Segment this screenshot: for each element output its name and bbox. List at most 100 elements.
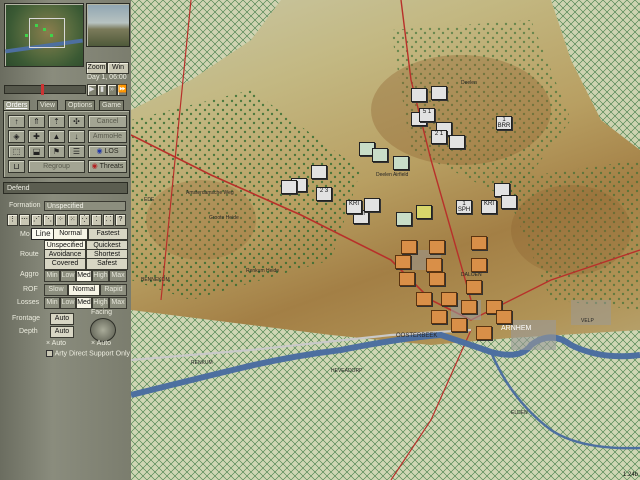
facing-compass[interactable] [90,318,116,342]
losses-high-option[interactable]: High [92,297,109,309]
enemy-unit[interactable]: 1 BRR [496,116,512,130]
allied-unit[interactable] [441,292,457,306]
enemy-unit[interactable] [311,165,327,179]
selected-unit[interactable] [396,212,412,226]
formation-arc-icon[interactable]: ⁚ [91,214,102,226]
formation-help-icon[interactable]: ? [115,214,126,226]
cancel-button[interactable]: Cancel [88,115,127,128]
losses-min-option[interactable]: Min [44,297,60,309]
aggro-max-option[interactable]: Max [109,270,127,282]
allied-unit[interactable] [401,240,417,254]
allied-unit[interactable] [466,280,482,294]
enemy-unit[interactable] [364,198,380,212]
play-icon[interactable]: ▶ [87,84,97,96]
tab-options[interactable]: Options [65,100,96,110]
enemy-unit[interactable]: 5 1 [419,108,435,122]
enemy-unit[interactable]: KRI [346,200,362,214]
allied-unit[interactable] [451,318,467,332]
hq-unit[interactable] [372,148,388,162]
minimap[interactable] [4,3,84,67]
minimap-view-frame[interactable] [29,18,65,48]
formation-box-icon[interactable]: ⁙ [67,214,78,226]
route-safest-option[interactable]: Safest [86,258,128,270]
assault-icon[interactable]: ⇡ [48,115,65,128]
rof-slow-option[interactable]: Slow [44,284,68,296]
allied-unit[interactable] [471,258,487,272]
formation-echelon-icon[interactable]: ⁘ [55,214,66,226]
enemy-unit[interactable] [449,135,465,149]
fast-move-icon[interactable]: ⇑ [28,115,45,128]
allied-unit[interactable] [431,310,447,324]
frontage-value[interactable]: Auto [50,313,74,325]
allied-unit[interactable] [416,292,432,306]
aggro-med-option[interactable]: Med [76,270,92,282]
allied-unit[interactable] [471,236,487,250]
enemy-unit[interactable] [411,88,427,102]
enemy-unit[interactable] [501,195,517,209]
facing-auto-check[interactable]: × Auto [91,340,111,347]
detach-icon[interactable]: ⬓ [28,145,45,158]
win-button[interactable]: Win [107,62,129,74]
formation-line-icon[interactable]: ⋯ [19,214,30,226]
tab-game[interactable]: Game [99,100,125,110]
allied-unit[interactable] [476,326,492,340]
battle-map[interactable]: Amsterdamsche Weg Groote Heide Deelen Ai… [131,0,640,480]
pause-icon[interactable]: ▮ [97,84,107,96]
allied-unit[interactable] [399,272,415,286]
bombard-icon[interactable]: ◈ [8,130,25,143]
fast-icon[interactable]: ⏩ [117,84,127,96]
probe-icon[interactable]: ✣ [68,115,85,128]
selected-unit[interactable] [416,205,432,219]
losses-med-option[interactable]: Med [76,297,92,309]
frontage-auto-check[interactable]: × Auto [46,340,66,347]
rest-icon[interactable]: ☰ [68,145,85,158]
formation-vee-icon[interactable]: ⋱ [43,214,54,226]
allied-unit[interactable] [461,300,477,314]
allied-unit[interactable] [429,240,445,254]
hq-unit[interactable] [393,156,409,170]
enemy-unit[interactable]: 1 SPH [456,200,472,214]
enemy-unit[interactable] [431,86,447,100]
enemy-unit[interactable] [281,180,297,194]
formation-diamond-icon[interactable]: ⁛ [79,214,90,226]
allied-unit[interactable] [429,272,445,286]
step-icon[interactable]: » [107,84,117,96]
resupply-icon[interactable]: ⊔ [8,160,25,173]
route-covered-option[interactable]: Covered [44,258,86,270]
move-order-icon[interactable]: ↑ [8,115,25,128]
arty-direct-check[interactable]: Arty Direct Support Only [46,350,130,357]
formation-column-icon[interactable]: ⋮ [7,214,18,226]
los-button[interactable]: ◉ LOS [88,145,127,158]
depth-value[interactable]: Auto [50,326,74,338]
move-normal-option[interactable]: Normal [53,228,88,240]
withdraw-icon[interactable]: ↓ [68,130,85,143]
tab-orders[interactable]: Orders [3,100,31,110]
dig-in-icon[interactable]: ▲ [48,130,65,143]
losses-low-option[interactable]: Low [60,297,76,309]
attach-icon[interactable]: ⬚ [8,145,25,158]
zoom-button[interactable]: Zoom [86,62,107,74]
aggro-low-option[interactable]: Low [60,270,76,282]
hq-icon[interactable]: ⚑ [48,145,65,158]
losses-max-option[interactable]: Max [109,297,127,309]
tab-view[interactable]: View [37,100,59,110]
aggro-high-option[interactable]: High [92,270,109,282]
formation-spread-icon[interactable]: ⸬ [103,214,114,226]
allied-unit[interactable] [496,310,512,324]
enemy-unit[interactable]: 2 3 [316,187,332,201]
enemy-unit[interactable]: 2 1 [431,130,447,144]
defend-icon[interactable]: ✚ [28,130,45,143]
enemy-unit[interactable]: KRI [481,200,497,214]
formation-wedge-icon[interactable]: ⋰ [31,214,42,226]
allied-unit[interactable] [395,255,411,269]
regroup-button[interactable]: Regroup [28,160,85,173]
threats-button[interactable]: ◉ Threats [88,160,127,173]
allied-unit[interactable] [426,258,442,272]
rof-normal-option[interactable]: Normal [68,284,100,296]
time-slider[interactable] [4,84,86,95]
aggro-min-option[interactable]: Min [44,270,60,282]
move-fastest-option[interactable]: Fastest [88,228,128,240]
ammo-button[interactable]: AmmoHe [88,130,127,143]
rof-rapid-option[interactable]: Rapid [100,284,127,296]
time-slider-handle[interactable] [41,84,44,95]
